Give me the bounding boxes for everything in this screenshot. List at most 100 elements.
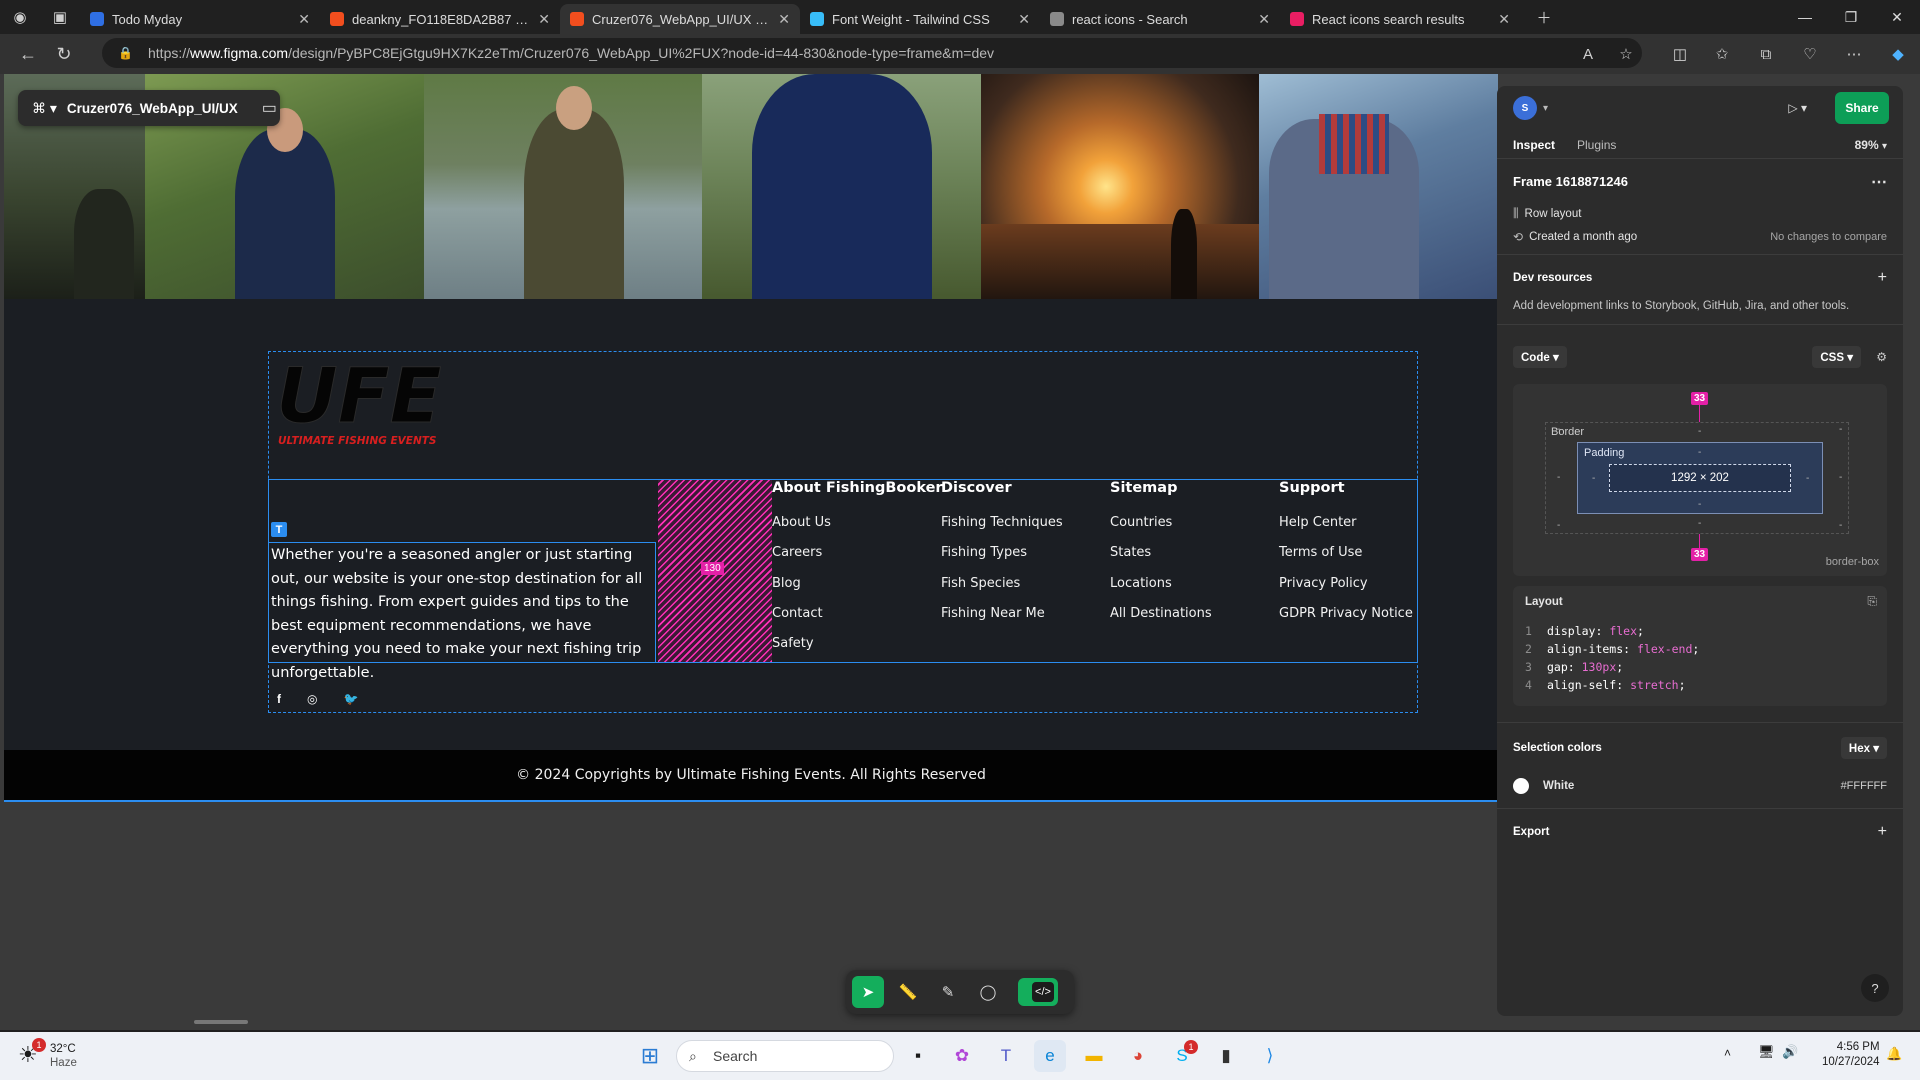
- twitter-icon[interactable]: 🐦: [343, 692, 358, 706]
- move-tool-icon[interactable]: ➤: [852, 976, 884, 1008]
- volume-icon[interactable]: 🔊: [1782, 1044, 1798, 1060]
- footer-link[interactable]: Terms of Use: [1279, 545, 1413, 575]
- footer-link[interactable]: Fishing Techniques: [941, 515, 1063, 545]
- file-name[interactable]: Cruzer076_WebApp_UI/UX: [67, 101, 238, 116]
- add-export-icon[interactable]: +: [1878, 823, 1887, 841]
- figma-menu-icon[interactable]: ⌘ ▾: [32, 100, 57, 117]
- edge-icon[interactable]: e: [1034, 1040, 1066, 1072]
- browser-essentials-icon[interactable]: ♡: [1796, 41, 1824, 67]
- collections-icon[interactable]: ⧉: [1752, 41, 1780, 67]
- design-frame-footer[interactable]: UFE ULTIMATE FISHING EVENTS T Whether yo…: [4, 74, 1498, 802]
- ruler-tool-icon[interactable]: 📏: [892, 976, 924, 1008]
- copy-icon[interactable]: ⎘: [1867, 594, 1877, 609]
- read-aloud-icon[interactable]: A͏: [1574, 41, 1602, 67]
- minimize-icon[interactable]: —: [1782, 0, 1828, 34]
- color-swatch-row[interactable]: White #FFFFFF: [1513, 778, 1887, 794]
- footer-link[interactable]: Safety: [772, 636, 943, 666]
- col-heading: Discover: [941, 480, 1012, 496]
- vscode-icon[interactable]: ⟩: [1254, 1040, 1286, 1072]
- file-name-pill[interactable]: ⌘ ▾ Cruzer076_WebApp_UI/UX ▭: [18, 90, 280, 126]
- comment-tool-icon[interactable]: ◯: [972, 976, 1004, 1008]
- terminal-icon[interactable]: ▮: [1210, 1040, 1242, 1072]
- footer-link[interactable]: Contact: [772, 606, 943, 636]
- file-explorer-icon[interactable]: ▬: [1078, 1040, 1110, 1072]
- facebook-icon[interactable]: f: [277, 692, 281, 706]
- weather-widget[interactable]: 32°C Haze: [50, 1042, 77, 1070]
- chevron-down-icon[interactable]: ▾: [1543, 103, 1548, 114]
- footer-link[interactable]: About Us: [772, 515, 943, 545]
- play-icon[interactable]: ▷ ▾: [1788, 101, 1807, 115]
- zoom-control[interactable]: 89% ▾: [1855, 138, 1887, 152]
- footer-link[interactable]: Help Center: [1279, 515, 1413, 545]
- back-icon[interactable]: ←: [10, 38, 46, 70]
- footer-description[interactable]: Whether you're a seasoned angler or just…: [271, 544, 655, 685]
- color-format-dropdown[interactable]: Hex ▾: [1840, 737, 1887, 759]
- footer-link[interactable]: Fishing Types: [941, 545, 1063, 575]
- code-dropdown[interactable]: Code ▾: [1513, 346, 1567, 368]
- restore-icon[interactable]: ❐: [1828, 0, 1874, 34]
- browser-tab[interactable]: Cruzer076_WebApp_UI/UX – Figm ✕: [560, 4, 800, 34]
- url-field[interactable]: 🔒 https://www.figma.com/design/PyBPC8EjG…: [102, 38, 1642, 68]
- chrome-icon[interactable]: ◕: [1122, 1040, 1154, 1072]
- tray-overflow-icon[interactable]: ˄: [1724, 1046, 1731, 1060]
- footer-link[interactable]: Locations: [1110, 576, 1212, 606]
- close-tab-icon[interactable]: ✕: [298, 11, 310, 28]
- clock[interactable]: 4:56 PM 10/27/2024: [1822, 1040, 1880, 1070]
- notification-bell-icon[interactable]: 🔔: [1886, 1046, 1902, 1062]
- browser-tab[interactable]: Todo Myday ✕: [80, 4, 320, 34]
- close-tab-icon[interactable]: ✕: [1258, 11, 1270, 28]
- dev-mode-toggle[interactable]: </>: [1018, 978, 1058, 1006]
- favorites-icon[interactable]: ✩: [1708, 41, 1736, 67]
- tab-plugins[interactable]: Plugins: [1577, 138, 1616, 152]
- start-icon[interactable]: ⊞: [634, 1040, 666, 1072]
- add-resource-icon[interactable]: +: [1878, 269, 1887, 287]
- profile-icon[interactable]: ◉: [0, 0, 40, 34]
- teams-icon[interactable]: T: [990, 1040, 1022, 1072]
- horizontal-scrollbar[interactable]: [194, 1020, 248, 1024]
- favorite-star-icon[interactable]: ☆: [1612, 41, 1640, 67]
- close-window-icon[interactable]: ✕: [1874, 0, 1920, 34]
- browser-tab[interactable]: deankny_FO118E8DA2B87 – Figm ✕: [320, 4, 560, 34]
- footer-link[interactable]: All Destinations: [1110, 606, 1212, 636]
- line-number: 4: [1525, 678, 1532, 692]
- footer-link[interactable]: Fish Species: [941, 576, 1063, 606]
- footer-link[interactable]: Blog: [772, 576, 943, 606]
- footer-link[interactable]: GDPR Privacy Notice: [1279, 606, 1413, 636]
- footer-link[interactable]: Privacy Policy: [1279, 576, 1413, 606]
- close-tab-icon[interactable]: ✕: [1498, 11, 1510, 28]
- footer-link[interactable]: States: [1110, 545, 1212, 575]
- code-settings-icon[interactable]: ⚙: [1876, 350, 1887, 364]
- footer-link[interactable]: Careers: [772, 545, 943, 575]
- share-button[interactable]: Share: [1835, 92, 1889, 124]
- close-tab-icon[interactable]: ✕: [538, 11, 550, 28]
- browser-tab[interactable]: React icons search results ✕: [1280, 4, 1520, 34]
- instagram-icon[interactable]: ◎: [307, 692, 317, 706]
- reload-icon[interactable]: ↻: [46, 38, 82, 70]
- browser-tab[interactable]: react icons - Search ✕: [1040, 4, 1280, 34]
- code-label: Code: [1521, 352, 1550, 364]
- layout-code-block[interactable]: Layout ⎘ 1 display: flex; 2 align-items: f…: [1513, 586, 1887, 706]
- tab-actions-icon[interactable]: ▣: [40, 0, 80, 34]
- language-dropdown[interactable]: CSS ▾: [1812, 346, 1861, 368]
- task-view-icon[interactable]: ▪: [902, 1040, 934, 1072]
- network-icon[interactable]: 🖥: [1758, 1044, 1775, 1060]
- history-icon: ⟲: [1513, 230, 1524, 244]
- tab-inspect[interactable]: Inspect: [1513, 138, 1555, 152]
- annotate-tool-icon[interactable]: ✎: [932, 976, 964, 1008]
- footer-link[interactable]: Countries: [1110, 515, 1212, 545]
- bottom-margin-value: 33: [1691, 548, 1709, 561]
- avatar[interactable]: S: [1513, 96, 1537, 120]
- new-tab-icon[interactable]: ＋: [1524, 0, 1564, 34]
- taskbar-search[interactable]: ⌕ Search: [676, 1040, 894, 1072]
- split-screen-icon[interactable]: ◫: [1666, 41, 1694, 67]
- help-icon[interactable]: ?: [1861, 974, 1889, 1002]
- close-tab-icon[interactable]: ✕: [778, 11, 790, 28]
- sidebar-toggle-icon[interactable]: ▭: [262, 98, 277, 118]
- close-tab-icon[interactable]: ✕: [1018, 11, 1030, 28]
- more-options-icon[interactable]: ⋯: [1871, 172, 1887, 192]
- copilot-app-icon[interactable]: ✿: [946, 1040, 978, 1072]
- footer-link[interactable]: Fishing Near Me: [941, 606, 1063, 636]
- more-menu-icon[interactable]: ⋯: [1840, 41, 1868, 67]
- browser-tab[interactable]: Font Weight - Tailwind CSS ✕: [800, 4, 1040, 34]
- copilot-icon[interactable]: ◆: [1884, 41, 1912, 67]
